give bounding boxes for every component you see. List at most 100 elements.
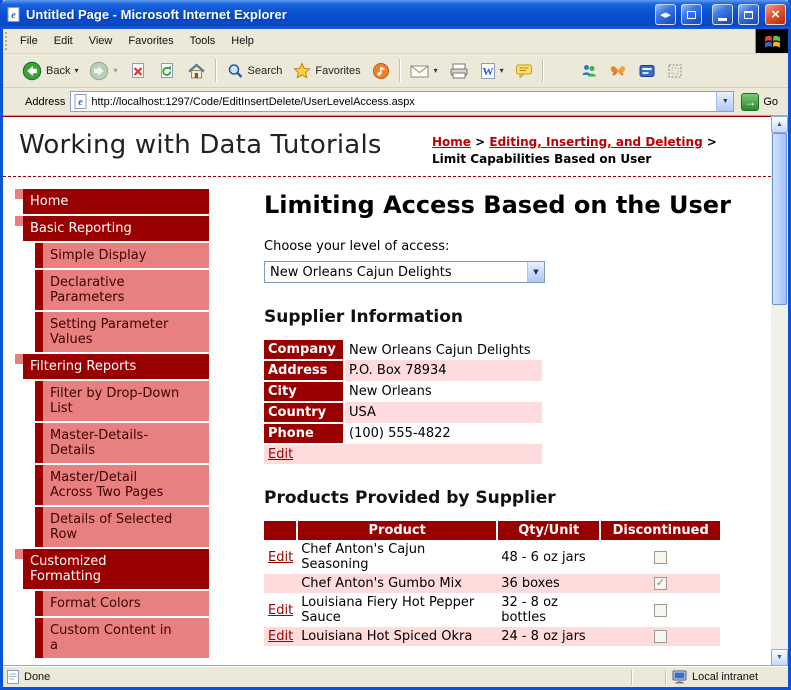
edit-product-link[interactable]: Edit — [268, 550, 293, 565]
qty-cell: 48 - 6 oz jars — [501, 549, 586, 565]
sidebar-item-setting-parameter-values[interactable]: Setting Parameter Values — [35, 312, 209, 352]
sidebar-item-simple-display[interactable]: Simple Display — [35, 243, 209, 268]
back-button[interactable]: Back ▾ — [17, 58, 83, 84]
favorites-star-icon — [293, 61, 312, 80]
sidebar-item-master-detail-across-two-pages[interactable]: Master/Detail Across Two Pages — [35, 465, 209, 505]
product-name-cell: Louisiana Hot Spiced Okra — [297, 627, 498, 646]
supplier-field-value: New Orleans — [349, 384, 432, 399]
status-bar: Done Local intranet — [3, 666, 788, 687]
window-screen-button[interactable] — [681, 4, 702, 25]
address-page-icon: e — [74, 94, 87, 109]
menu-tools[interactable]: Tools — [182, 29, 224, 53]
search-button[interactable]: Search — [221, 59, 288, 83]
discontinued-checkbox — [653, 603, 667, 617]
left-right-arrows-icon: ◀▶ — [660, 11, 671, 19]
sidebar-item-customized-formatting[interactable]: Customized Formatting — [15, 549, 209, 589]
edit-product-link[interactable]: Edit — [268, 629, 293, 644]
home-icon — [187, 62, 206, 80]
sidebar-item-custom-content[interactable]: Custom Content in a — [35, 618, 209, 658]
sidebar-item-filtering-reports[interactable]: Filtering Reports — [15, 354, 209, 379]
maximize-icon — [744, 10, 753, 19]
product-name-cell: Chef Anton's Cajun Seasoning — [301, 542, 426, 572]
discontinued-checkbox — [653, 550, 667, 564]
back-dropdown-caret[interactable]: ▾ — [74, 66, 78, 75]
menu-grip[interactable] — [5, 32, 10, 50]
scroll-up-button[interactable]: ▲ — [771, 116, 788, 133]
status-separator — [631, 669, 633, 685]
address-input[interactable]: e http://localhost:1297/Code/EditInsertD… — [70, 91, 735, 112]
go-button[interactable]: → Go — [739, 92, 784, 111]
sidebar-item-filter-by-drop-down-list[interactable]: Filter by Drop-Down List — [35, 381, 209, 421]
minimize-button[interactable] — [712, 4, 733, 25]
supplier-field-label: Country — [264, 402, 345, 424]
sidebar-item-details-of-selected-row[interactable]: Details of Selected Row — [35, 507, 209, 547]
supplier-table: Company New Orleans Cajun Delights Addre… — [264, 340, 542, 464]
grid-button[interactable] — [662, 60, 688, 82]
edit-with-word-button[interactable]: W ▾ — [475, 59, 509, 83]
research-button[interactable] — [633, 60, 661, 82]
edit-product-link[interactable]: Edit — [268, 603, 293, 618]
mail-dropdown-caret[interactable]: ▾ — [434, 66, 438, 75]
close-icon: × — [771, 6, 780, 23]
product-row: Edit Chef Anton's Cajun Seasoning 48 - 6… — [264, 540, 720, 574]
status-text: Done — [24, 671, 51, 683]
vertical-scrollbar[interactable]: ▲ ▼ — [771, 116, 788, 666]
media-button[interactable] — [367, 59, 395, 83]
address-url: http://localhost:1297/Code/EditInsertDel… — [91, 95, 415, 108]
menu-edit[interactable]: Edit — [46, 29, 81, 53]
refresh-button[interactable] — [153, 59, 181, 83]
sidebar-item-basic-reporting[interactable]: Basic Reporting — [15, 216, 209, 241]
browser-viewport: Working with Data Tutorials Home > Editi… — [3, 115, 788, 666]
ie-page-icon: e — [6, 7, 21, 22]
menu-help[interactable]: Help — [223, 29, 262, 53]
grid-icon — [667, 63, 683, 79]
home-button[interactable] — [182, 59, 211, 83]
mail-icon — [410, 63, 430, 79]
msn-butterfly-icon — [609, 63, 627, 79]
windows-logo-icon — [755, 29, 788, 53]
title-bar[interactable]: e Untitled Page - Microsoft Internet Exp… — [0, 0, 791, 29]
status-left-panel: Done — [7, 670, 626, 684]
window-nav-button[interactable]: ◀▶ — [655, 4, 676, 25]
local-intranet-icon — [672, 670, 687, 684]
go-arrow-icon: → — [741, 92, 760, 111]
menu-file[interactable]: File — [12, 29, 46, 53]
favorites-button[interactable]: Favorites — [288, 59, 365, 83]
breadcrumb-current: Limit Capabilities Based on User — [432, 152, 652, 166]
messenger-button[interactable] — [575, 59, 603, 83]
scroll-down-button[interactable]: ▼ — [771, 649, 788, 666]
stop-button[interactable] — [124, 59, 152, 83]
supplier-field-value: P.O. Box 78934 — [344, 360, 542, 381]
edit-supplier-link[interactable]: Edit — [268, 447, 293, 462]
breadcrumb-section-link[interactable]: Editing, Inserting, and Deleting — [489, 135, 702, 149]
scrollbar-thumb[interactable] — [772, 133, 787, 305]
maximize-button[interactable] — [738, 4, 759, 25]
sidebar-item-declarative-parameters[interactable]: Declarative Parameters — [35, 270, 209, 310]
msn-button[interactable] — [604, 60, 632, 82]
access-level-label: Choose your level of access: — [264, 239, 450, 254]
discontinued-checkbox — [653, 576, 667, 590]
menu-favorites[interactable]: Favorites — [120, 29, 181, 53]
menu-view[interactable]: View — [81, 29, 121, 53]
edit-dropdown-caret[interactable]: ▾ — [500, 66, 504, 75]
discontinued-checkbox — [653, 630, 667, 643]
sidebar-item-home[interactable]: Home — [15, 189, 209, 214]
sidebar-item-master-details-details[interactable]: Master-Details-Details — [35, 423, 209, 463]
svg-text:W: W — [482, 66, 493, 78]
discuss-button[interactable] — [510, 60, 538, 82]
print-button[interactable] — [444, 59, 474, 83]
supplier-field-value: (100) 555-4822 — [349, 426, 451, 441]
main-content: Limiting Access Based on the User Choose… — [264, 189, 744, 660]
access-level-select[interactable]: New Orleans Cajun Delights ▼ — [264, 261, 545, 283]
breadcrumb-home-link[interactable]: Home — [432, 135, 471, 149]
address-dropdown-button[interactable]: ▼ — [716, 92, 734, 111]
scrollbar-track[interactable] — [771, 133, 788, 649]
qty-column-header: Qty/Unit — [497, 521, 602, 540]
product-name-cell: Chef Anton's Gumbo Mix — [297, 574, 498, 593]
select-dropdown-icon[interactable]: ▼ — [527, 262, 544, 282]
supplier-field-label: Company — [264, 340, 345, 361]
mail-button[interactable]: ▾ — [405, 60, 443, 82]
close-button[interactable]: × — [765, 4, 786, 25]
sidebar-item-format-colors[interactable]: Format Colors — [35, 591, 209, 616]
edit-column-header — [264, 521, 299, 540]
